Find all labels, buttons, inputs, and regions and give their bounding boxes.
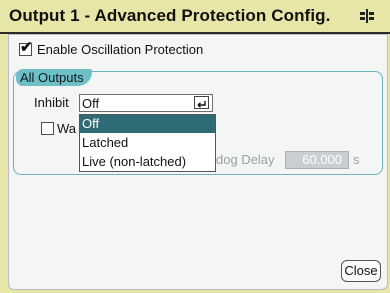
title-bar: Output 1 - Advanced Protection Config. [0, 0, 390, 34]
inhibit-option-latched[interactable]: Latched [80, 134, 215, 152]
watchdog-checkbox[interactable] [41, 122, 54, 135]
return-arrow-icon [197, 101, 206, 108]
inhibit-dropdown-list: Off Latched Live (non-latched) [79, 114, 216, 172]
inhibit-select[interactable]: Off [79, 94, 213, 112]
inhibit-selected-value: Off [82, 96, 100, 111]
inhibit-option-off[interactable]: Off [80, 115, 215, 133]
inhibit-option-live[interactable]: Live (non-latched) [80, 153, 215, 171]
close-button[interactable]: Close [341, 260, 381, 282]
watchdog-delay-input[interactable]: 60.000 [285, 151, 349, 169]
oscillation-protection-label: Enable Oscillation Protection [37, 42, 204, 57]
all-outputs-group-label: All Outputs [16, 69, 92, 86]
output-channel-icon [360, 9, 374, 23]
delay-unit-label: s [353, 152, 360, 167]
oscillation-protection-checkbox[interactable]: ✔ [19, 39, 33, 56]
window-title: Output 1 - Advanced Protection Config. [9, 6, 331, 25]
watchdog-delay-label: dog Delay [216, 152, 275, 167]
enter-icon[interactable] [194, 96, 209, 109]
checkmark-icon: ✔ [20, 39, 33, 56]
watchdog-label: Wa [57, 121, 77, 136]
inhibit-label: Inhibit [34, 95, 69, 110]
